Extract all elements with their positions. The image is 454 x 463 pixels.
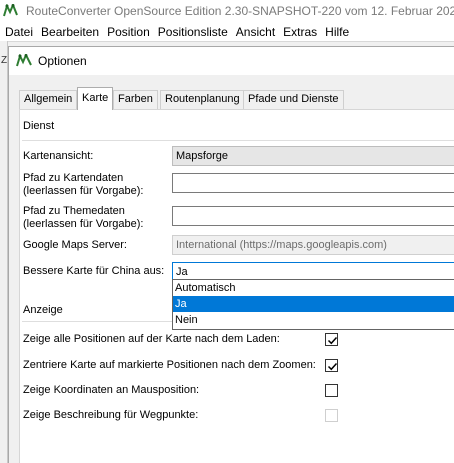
menu-ansicht[interactable]: Ansicht — [232, 25, 279, 39]
center-map-checkbox[interactable] — [325, 359, 338, 372]
show-all-positions-checkbox[interactable] — [325, 333, 338, 346]
side-letter: Z — [1, 55, 8, 66]
main-window-edge: Z — [0, 41, 8, 463]
map-view-label: Kartenansicht: — [23, 150, 94, 162]
map-path-label: Pfad zu Kartendaten — [23, 172, 124, 184]
dropdown-option-nein[interactable]: Nein — [173, 312, 454, 328]
checkmark-icon — [327, 336, 338, 345]
section-dienst-title: Dienst — [23, 120, 55, 132]
menu-extras[interactable]: Extras — [279, 25, 321, 39]
check-label-center-map: Zentriere Karte auf markierte Positionen… — [23, 359, 316, 371]
dialog-titlebar: Optionen — [9, 47, 454, 75]
show-waypoint-description-checkbox[interactable] — [325, 409, 338, 422]
tab-allgemein[interactable]: Allgemein — [19, 90, 78, 109]
tab-routenplanung[interactable]: Routenplanung — [160, 90, 245, 109]
menu-hilfe[interactable]: Hilfe — [321, 25, 353, 39]
window-title: RouteConverter OpenSource Edition 2.30-S… — [26, 4, 454, 18]
dropdown-option-automatisch[interactable]: Automatisch — [173, 280, 454, 296]
menu-bar: Datei Bearbeiten Position Positionsliste… — [0, 22, 454, 41]
menu-datei[interactable]: Datei — [0, 25, 37, 39]
theme-path-label-hint: (leerlassen für Vorgabe): — [23, 218, 144, 230]
section-anzeige-title: Anzeige — [23, 304, 63, 316]
google-maps-server-select[interactable]: International (https://maps.googleapis.c… — [172, 235, 454, 255]
theme-path-label: Pfad zu Themedaten — [23, 205, 125, 217]
dialog-title: Optionen — [38, 54, 87, 68]
check-label-show-waypoint-description: Zeige Beschreibung für Wegpunkte: — [23, 409, 199, 421]
checkmark-icon — [327, 362, 338, 371]
google-maps-server-label: Google Maps Server: — [23, 239, 127, 251]
dialog-logo-icon — [16, 54, 32, 67]
check-label-show-all-positions: Zeige alle Positionen auf der Karte nach… — [23, 333, 280, 345]
show-coordinates-checkbox[interactable] — [325, 384, 338, 397]
map-path-label-hint: (leerlassen für Vorgabe): — [23, 185, 144, 197]
menu-positionsliste[interactable]: Positionsliste — [154, 25, 232, 39]
main-window-titlebar: RouteConverter OpenSource Edition 2.30-S… — [0, 0, 454, 22]
section-separator — [22, 140, 454, 141]
menu-divider — [0, 41, 454, 42]
china-map-dropdown-list: Automatisch Ja Nein — [172, 279, 454, 330]
theme-path-input[interactable] — [172, 206, 454, 226]
options-dialog: Optionen Allgemein Karte Farben Routenpl… — [8, 46, 454, 463]
menu-bearbeiten[interactable]: Bearbeiten — [37, 25, 103, 39]
routeconverter-logo-icon — [3, 4, 18, 17]
map-path-input[interactable] — [172, 173, 454, 193]
tab-karte[interactable]: Karte — [77, 87, 114, 110]
check-label-show-coordinates: Zeige Koordinaten an Mausposition: — [23, 384, 200, 396]
china-map-label: Bessere Karte für China aus: — [23, 265, 165, 277]
tab-pfade-und-dienste[interactable]: Pfade und Dienste — [243, 90, 344, 109]
menu-position[interactable]: Position — [103, 25, 154, 39]
tab-farben[interactable]: Farben — [113, 90, 158, 109]
dropdown-option-ja[interactable]: Ja — [173, 296, 454, 312]
map-view-select[interactable]: Mapsforge — [172, 146, 454, 166]
